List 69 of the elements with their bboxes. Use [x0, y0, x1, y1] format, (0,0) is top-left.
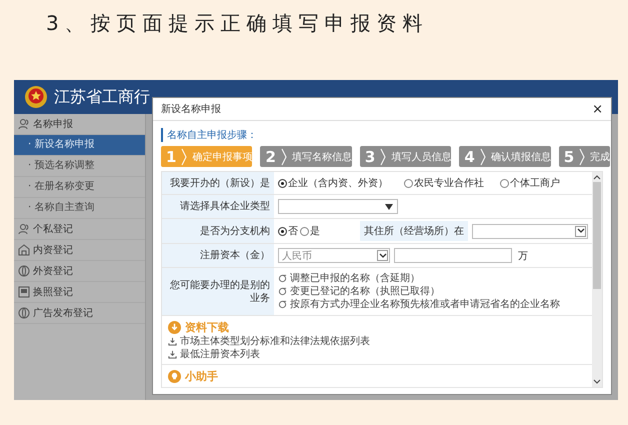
field-label: 您可能要办理的是别的业务 [162, 268, 274, 316]
currency-select[interactable]: 人民币 [278, 248, 390, 263]
steps-heading: 名称自主申报步骤： [161, 128, 603, 142]
emblem-icon [24, 85, 48, 109]
radio-option[interactable]: 农民专业合作社 [404, 176, 484, 190]
field-label: 请选择具体企业类型 [162, 194, 274, 218]
scrollbar[interactable] [592, 172, 602, 387]
sidebar-group[interactable]: 个私登记 [14, 219, 145, 240]
address-select[interactable] [472, 224, 588, 238]
section-title: 小助手 [185, 368, 218, 384]
business-link[interactable]: 变更已登记的名称（执照已取得） [290, 285, 440, 298]
amount-input[interactable] [394, 248, 512, 263]
sidebar-item[interactable]: · 预选名称调整 [14, 156, 145, 177]
scroll-up-icon[interactable] [593, 174, 601, 180]
chevron-icon [380, 148, 386, 166]
sidebar-item[interactable]: · 在册名称变更 [14, 177, 145, 198]
chevron-icon [280, 148, 287, 166]
field-label: 注册资本（金） [162, 244, 274, 268]
type-select[interactable] [278, 199, 398, 214]
side-icon [18, 223, 30, 235]
pointer-icon [278, 300, 287, 309]
radio-option[interactable]: 企业（含内资、外资） [278, 176, 388, 190]
close-button[interactable]: × [592, 102, 603, 116]
radio-option[interactable]: 是 [300, 224, 320, 238]
download-icon [168, 337, 177, 346]
side-icon [18, 307, 30, 319]
pointer-icon [278, 274, 287, 283]
download-link[interactable]: 市场主体类型划分标准和法律法规依据列表 [180, 335, 370, 348]
download-link[interactable]: 最低注册资本列表 [180, 348, 260, 361]
business-link[interactable]: 调整已申报的名称（含延期） [290, 272, 420, 285]
side-icon [18, 244, 30, 256]
pointer-icon [278, 287, 287, 296]
radio-option[interactable]: 个体工商户 [500, 176, 560, 190]
sidebar-item[interactable]: · 新设名称申报 [14, 135, 145, 156]
chevron-icon [181, 148, 188, 166]
unit-label: 万 [518, 250, 528, 262]
bulb-icon [168, 370, 181, 382]
radio-option[interactable]: 否 [278, 224, 298, 238]
download-icon [168, 320, 181, 334]
sidebar-group[interactable]: 换照登记 [14, 282, 145, 303]
field-label: 是否为分支机构 [162, 218, 274, 244]
step-tab[interactable]: 2 填写名称信息 [260, 146, 352, 167]
radio-button[interactable] [278, 178, 287, 188]
scroll-down-icon[interactable] [593, 379, 601, 385]
sidebar-item[interactable]: · 名称自主查询 [14, 198, 145, 219]
field-label: 其住所（经营场所）在 [360, 221, 468, 241]
sidebar-group[interactable]: 外资登记 [14, 261, 145, 282]
business-link[interactable]: 按原有方式办理企业名称预先核准或者申请冠省名的企业名称 [290, 298, 560, 311]
step-tab[interactable]: 5 完成 [558, 146, 610, 167]
side-icon [18, 118, 30, 130]
side-icon [18, 265, 30, 277]
side-icon [18, 286, 30, 298]
field-label: 我要开办的（新设）是 [162, 172, 274, 194]
sidebar-group[interactable]: 内资登记 [14, 240, 145, 261]
radio-button[interactable] [278, 226, 287, 236]
slide-title: 3、按页面提示正确填写申报资料 [45, 10, 430, 37]
app-title: 江苏省工商行 [54, 86, 150, 108]
step-tab[interactable]: 4 确认填报信息 [459, 146, 551, 167]
radio-button[interactable] [404, 178, 413, 188]
radio-button[interactable] [500, 178, 509, 188]
dialog-title: 新设名称申报 [161, 102, 221, 116]
radio-button[interactable] [300, 226, 309, 236]
step-tab[interactable]: 3 填写人员信息 [360, 146, 452, 167]
download-icon [168, 350, 177, 359]
caret-icon [385, 204, 393, 210]
sidebar-group[interactable]: 广告发布登记 [14, 303, 145, 324]
chevron-icon [480, 148, 486, 166]
section-title: 资料下载 [185, 320, 229, 334]
chevron-icon [579, 148, 586, 166]
